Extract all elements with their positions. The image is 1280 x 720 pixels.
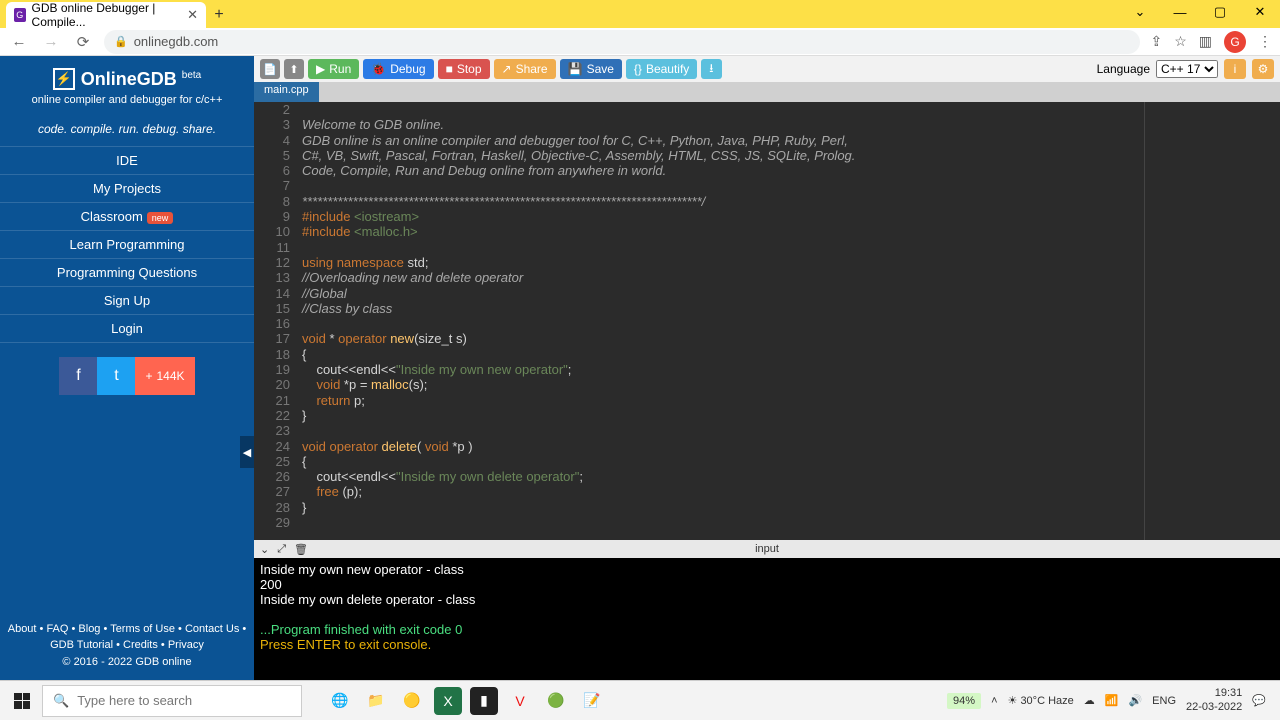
bolt-icon: ⚡: [53, 68, 75, 90]
edge-icon[interactable]: 🌐: [326, 687, 354, 715]
share-count-button[interactable]: + 144K: [135, 357, 194, 395]
sidebar-item-classroom[interactable]: Classroomnew: [0, 202, 254, 230]
language-select[interactable]: C++ 17: [1156, 60, 1218, 78]
terminal-icon[interactable]: ▮: [470, 687, 498, 715]
sidebar: ⚡ OnlineGDB beta online compiler and deb…: [0, 56, 254, 680]
new-tab-button[interactable]: +: [206, 2, 232, 28]
profile-avatar[interactable]: G: [1224, 31, 1246, 53]
browser-tab[interactable]: G GDB online Debugger | Compile... ✕: [6, 2, 206, 28]
search-placeholder: Type here to search: [77, 693, 192, 708]
reload-button[interactable]: ⟳: [72, 33, 94, 51]
onedrive-icon[interactable]: ☁: [1084, 694, 1095, 707]
beautify-button[interactable]: {} Beautify: [626, 59, 697, 79]
back-button[interactable]: ←: [8, 33, 30, 50]
bookmark-icon[interactable]: ☆: [1174, 33, 1187, 50]
console-expand-icon[interactable]: ⤢: [277, 543, 286, 556]
address-bar[interactable]: 🔒 onlinegdb.com: [104, 30, 1140, 54]
chrome-dropdown[interactable]: ⌄: [1120, 0, 1160, 24]
console-collapse-icon[interactable]: ⌄: [260, 543, 269, 556]
extensions-icon[interactable]: ▥: [1199, 33, 1212, 50]
share-button[interactable]: ↗ Share: [494, 59, 556, 79]
window-minimize[interactable]: —: [1160, 0, 1200, 24]
logo-subtitle: online compiler and debugger for c/c++: [8, 94, 246, 106]
sidebar-item-login[interactable]: Login: [0, 314, 254, 343]
taskbar-search[interactable]: 🔍 Type here to search: [42, 685, 302, 717]
chrome-icon[interactable]: 🟡: [398, 687, 426, 715]
stop-button[interactable]: ■ Stop: [438, 59, 490, 79]
language-label: Language: [1097, 62, 1150, 76]
tagline: code. compile. run. debug. share.: [0, 112, 254, 146]
forward-button[interactable]: →: [40, 33, 62, 50]
tab-close-icon[interactable]: ✕: [187, 7, 198, 23]
logo: ⚡ OnlineGDB beta: [8, 68, 246, 90]
clock[interactable]: 19:31 22-03-2022: [1186, 687, 1242, 713]
settings-button[interactable]: ⚙: [1252, 59, 1274, 79]
facebook-button[interactable]: f: [59, 357, 97, 395]
save-button[interactable]: 💾 Save: [560, 59, 622, 79]
tab-title: GDB online Debugger | Compile...: [32, 1, 182, 29]
sidebar-item-learn-programming[interactable]: Learn Programming: [0, 230, 254, 258]
console-output[interactable]: Inside my own new operator - class200Ins…: [254, 558, 1280, 680]
console-clear-icon[interactable]: 🗑: [294, 543, 308, 556]
search-icon: 🔍: [53, 693, 69, 709]
console-label: input: [755, 543, 779, 555]
excel-icon[interactable]: X: [434, 687, 462, 715]
upload-icon[interactable]: ⬆: [284, 59, 304, 79]
share-page-icon[interactable]: ⇪: [1150, 33, 1162, 50]
window-maximize[interactable]: ▢: [1200, 0, 1240, 24]
language-indicator[interactable]: ENG: [1152, 695, 1176, 707]
lock-icon: 🔒: [114, 35, 128, 48]
start-button[interactable]: [6, 685, 38, 717]
tab-favicon-icon: G: [14, 8, 26, 22]
notifications-icon[interactable]: 💬: [1252, 694, 1266, 707]
sidebar-item-ide[interactable]: IDE: [0, 146, 254, 174]
app-icon-1[interactable]: V: [506, 687, 534, 715]
window-close[interactable]: ✕: [1240, 0, 1280, 24]
explorer-icon[interactable]: 📁: [362, 687, 390, 715]
plus-icon: +: [145, 369, 152, 383]
file-tab[interactable]: main.cpp: [254, 82, 319, 102]
toolbar: 📄 ⬆ ▶ Run 🐞 Debug ■ Stop ↗ Share 💾 Save …: [254, 56, 1280, 82]
debug-button[interactable]: 🐞 Debug: [363, 59, 433, 79]
ruler-line: [1144, 102, 1145, 540]
footer-links[interactable]: About • FAQ • Blog • Terms of Use • Cont…: [4, 621, 250, 654]
app-icon-2[interactable]: 🟢: [542, 687, 570, 715]
info-button[interactable]: i: [1224, 59, 1246, 79]
taskbar: 🔍 Type here to search 🌐 📁 🟡 X ▮ V 🟢 📝 94…: [0, 680, 1280, 720]
sidebar-item-sign-up[interactable]: Sign Up: [0, 286, 254, 314]
sidebar-item-my-projects[interactable]: My Projects: [0, 174, 254, 202]
new-badge: new: [147, 212, 174, 224]
wifi-icon[interactable]: 📶: [1105, 694, 1119, 707]
copyright: © 2016 - 2022 GDB online: [4, 654, 250, 671]
chrome-menu-icon[interactable]: ⋮: [1258, 33, 1272, 50]
url-text: onlinegdb.com: [134, 34, 219, 49]
weather-widget[interactable]: ☀ 30°C Haze: [1008, 694, 1074, 707]
download-button[interactable]: ⭳: [701, 59, 721, 79]
volume-icon[interactable]: 🔊: [1128, 694, 1142, 707]
collapse-sidebar-button[interactable]: ◀: [240, 436, 254, 468]
tray-chevron-icon[interactable]: ˄: [991, 695, 997, 707]
battery-indicator[interactable]: 94%: [947, 693, 981, 709]
app-icon-3[interactable]: 📝: [578, 687, 606, 715]
twitter-button[interactable]: t: [97, 357, 135, 395]
code-editor[interactable]: 2345678910111213141516171819202122232425…: [254, 102, 1280, 540]
new-file-icon[interactable]: 📄: [260, 59, 280, 79]
run-button[interactable]: ▶ Run: [308, 59, 359, 79]
sidebar-item-programming-questions[interactable]: Programming Questions: [0, 258, 254, 286]
